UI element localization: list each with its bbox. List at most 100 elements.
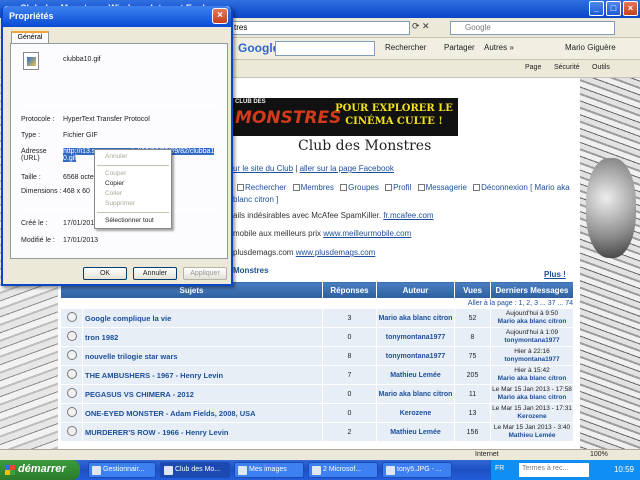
page-menu[interactable]: Page	[525, 64, 541, 71]
google-user[interactable]: Mario Giguère	[565, 43, 616, 52]
ad-line-1: ails indésirables avec McAfee SpamKiller…	[233, 211, 434, 220]
topic-replies: 3	[322, 308, 377, 328]
task-gestionnaire[interactable]: Gestionnair...	[88, 462, 156, 478]
topic-author[interactable]: Mario aka blanc citron	[376, 308, 455, 328]
type-label: Type :	[21, 132, 41, 139]
topic-subject[interactable]: tron 1982	[82, 327, 323, 347]
last-post-author[interactable]: Mario aka blanc citron	[498, 394, 567, 401]
menu-item-copy[interactable]: Copier	[95, 179, 171, 189]
topic-last-post[interactable]: Aujourd'hui à 1:09 tonymontana1977	[490, 327, 574, 347]
last-post-author[interactable]: tonymontana1977	[504, 337, 559, 344]
security-menu[interactable]: Sécurité	[554, 64, 580, 71]
table-row: Google complique la vie 3 Mario aka blanc …	[60, 308, 574, 328]
topic-last-post[interactable]: Le Mar 15 Jan 2013 - 3:40 Mathieu Lemée	[490, 422, 574, 442]
menu-item-cut[interactable]: Couper	[95, 169, 171, 179]
language-indicator[interactable]: FR	[495, 465, 504, 472]
menu-item-select-all[interactable]: Sélectionner tout	[95, 216, 171, 226]
ad1-link[interactable]: fr.mcafee.com	[383, 211, 433, 220]
plus-link[interactable]: Plus !	[544, 270, 566, 279]
last-post-author[interactable]: tonymontana1977	[504, 356, 559, 363]
site-links: ur le site du Club | aller sur la page F…	[233, 164, 394, 173]
nav-messages[interactable]: Messagerie	[426, 183, 467, 192]
topic-author[interactable]: Mathieu Lemée	[376, 422, 455, 442]
topic-last-post[interactable]: Le Mar 15 Jan 2013 - 17:31 Kerozene	[490, 403, 574, 423]
banner-small-text: CLUB DES	[235, 99, 266, 105]
section-title[interactable]: Monstres	[233, 266, 269, 275]
gif-file-icon	[23, 52, 39, 70]
last-post-date: Aujourd'hui à 1:09	[505, 329, 559, 336]
type-value: Fichier GIF	[63, 132, 98, 139]
desktop-search-input[interactable]: Termes à rec...	[519, 463, 589, 477]
topic-replies: 7	[322, 365, 377, 385]
banner-tagline: POUR EXPLORER LE CINÉMA CULTE !	[335, 103, 453, 127]
minimize-icon[interactable]: _	[589, 1, 604, 16]
last-post-author[interactable]: Mario aka blanc citron	[498, 318, 567, 325]
last-post-date: Le Mar 15 Jan 2013 - 17:58	[492, 386, 572, 393]
last-post-author[interactable]: Kerozene	[517, 413, 546, 420]
table-row: tron 1982 0 tonymontana1977 8 Aujourd'hui à …	[60, 327, 574, 347]
club-site-link[interactable]: ur le site du Club	[233, 164, 293, 173]
google-search-input[interactable]	[275, 41, 375, 56]
task-club-des-monstres[interactable]: Club des Mo...	[160, 462, 230, 478]
last-post-author[interactable]: Mario aka blanc citron	[498, 375, 567, 382]
topic-author[interactable]: Mario aka blanc citron	[376, 384, 455, 404]
maximize-icon[interactable]: □	[606, 1, 621, 16]
last-post-date: Le Mar 15 Jan 2013 - 3:40	[493, 424, 571, 431]
address-input[interactable]: tres	[230, 21, 410, 35]
tools-menu[interactable]: Outils	[592, 64, 610, 71]
pager[interactable]: Aller à la page : 1, 2, 3 ... 37 ... 74	[60, 298, 574, 309]
topic-last-post[interactable]: Le Mar 15 Jan 2013 - 17:58 Mario aka blan…	[490, 384, 574, 404]
topic-last-post[interactable]: Aujourd'hui à 9:50 Mario aka blanc citron	[490, 308, 574, 328]
nav-members[interactable]: Membres	[301, 183, 334, 192]
ad2-link[interactable]: www.meilleurmobile.com	[323, 229, 411, 238]
divider	[19, 104, 221, 105]
close-icon[interactable]: ×	[212, 8, 228, 24]
share-button[interactable]: Partager	[444, 43, 475, 52]
topic-subject[interactable]: PEGASUS VS CHIMERA - 2012	[82, 384, 323, 404]
topic-subject[interactable]: Google complique la vie	[82, 308, 323, 328]
topic-author[interactable]: Kerozene	[376, 403, 455, 423]
menu-item-undo[interactable]: Annuler	[95, 152, 171, 162]
created-value: 17/01/201	[63, 220, 95, 227]
club-banner[interactable]: CLUB DES MONSTRES POUR EXPLORER LE CINÉM…	[233, 98, 458, 136]
nav-profile[interactable]: Profil	[393, 183, 411, 192]
last-post-date: Le Mar 15 Jan 2013 - 17:31	[492, 405, 572, 412]
cancel-button[interactable]: Annuler	[133, 267, 177, 280]
browser-search-input[interactable]: Google	[450, 21, 615, 35]
close-icon[interactable]: ×	[623, 1, 638, 16]
topic-author[interactable]: tonymontana1977	[376, 327, 455, 347]
topic-views: 11	[454, 384, 491, 404]
menu-item-paste[interactable]: Coller	[95, 189, 171, 199]
more-button[interactable]: Autres »	[484, 43, 514, 52]
nav-search[interactable]: Rechercher	[245, 183, 286, 192]
task-mes-images[interactable]: Mes images	[234, 462, 304, 478]
menu-item-delete[interactable]: Supprimer	[95, 199, 171, 209]
start-button[interactable]: démarrer	[0, 460, 80, 480]
google-search-button[interactable]: Rechercher	[385, 43, 426, 52]
status-bar: Internet 100%	[0, 449, 640, 460]
topic-last-post[interactable]: Hier à 15:42 Mario aka blanc citron	[490, 365, 574, 385]
facebook-link[interactable]: aller sur la page Facebook	[300, 164, 394, 173]
topic-views: 13	[454, 403, 491, 423]
topic-author[interactable]: Mathieu Lemée	[376, 365, 455, 385]
apply-button[interactable]: Appliquer	[183, 267, 227, 280]
dialog-title-bar[interactable]: Propriétés ×	[3, 6, 231, 27]
topic-subject[interactable]: THE AMBUSHERS - 1967 - Henry Levin	[82, 365, 323, 385]
topic-last-post[interactable]: Hier à 22:16 tonymontana1977	[490, 346, 574, 366]
topic-status-icon	[60, 422, 83, 442]
topic-subject[interactable]: MURDERER'S ROW - 1966 - Henry Levin	[82, 422, 323, 442]
zoom-level[interactable]: 100%	[590, 451, 608, 458]
task-microsoft[interactable]: 2 Microsof...	[308, 462, 378, 478]
task-tony5[interactable]: tony5.JPG - ...	[382, 462, 452, 478]
nav-groups[interactable]: Groupes	[348, 183, 379, 192]
ad3-link[interactable]: www.plusdemags.com	[296, 248, 376, 257]
refresh-stop-icons[interactable]: ⟳ ✕	[412, 21, 430, 32]
google-logo: Google	[238, 41, 280, 55]
modified-value: 17/01/2013	[63, 237, 99, 244]
topic-subject[interactable]: ONE-EYED MONSTER - Adam Fields, 2008, US…	[82, 403, 323, 423]
last-post-author[interactable]: Mathieu Lemée	[509, 432, 556, 439]
topic-subject[interactable]: nouvelle trilogie star wars	[82, 346, 323, 366]
table-row: THE AMBUSHERS - 1967 - Henry Levin 7 Mathi…	[60, 365, 574, 385]
topic-author[interactable]: tonymontana1977	[376, 346, 455, 366]
ok-button[interactable]: OK	[83, 267, 127, 280]
